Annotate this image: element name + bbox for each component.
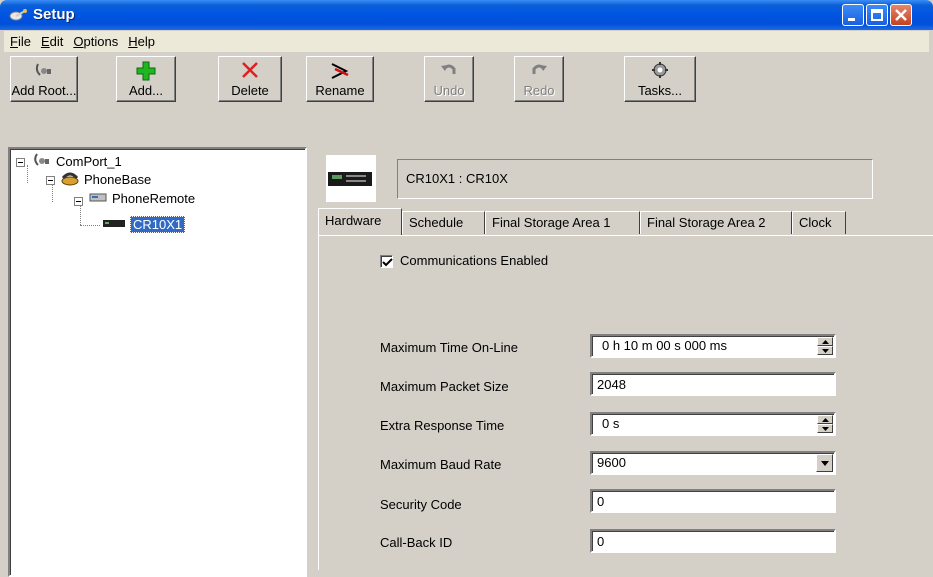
- spin-up-button[interactable]: [817, 415, 833, 424]
- tab-hardware[interactable]: Hardware: [318, 208, 402, 235]
- phone-base-icon: [60, 170, 80, 189]
- menu-options-accel: O: [73, 34, 84, 49]
- security-code-input[interactable]: [590, 489, 836, 513]
- tree-line: [27, 165, 28, 183]
- tree-node-phoneremote[interactable]: PhoneRemote: [88, 190, 195, 207]
- tree-node-phonebase[interactable]: PhoneBase: [60, 170, 151, 189]
- menu-help-accel: H: [128, 34, 138, 49]
- extra-response-time-value: 0 s: [602, 416, 620, 431]
- panel-splitter[interactable]: [309, 140, 315, 570]
- add-root-button[interactable]: Add Root...: [10, 56, 78, 102]
- max-packet-size-label: Maximum Packet Size: [380, 379, 509, 394]
- collapse-phonebase-icon[interactable]: [46, 176, 55, 185]
- redo-icon: [530, 61, 548, 82]
- menu-edit-accel: E: [40, 34, 50, 49]
- communications-enabled-checkbox[interactable]: [380, 255, 393, 268]
- spin-down-button[interactable]: [817, 346, 833, 355]
- menu-file[interactable]: File: [6, 34, 35, 49]
- tab-final-storage-1[interactable]: Final Storage Area 1: [485, 211, 640, 234]
- spin-down-button[interactable]: [817, 424, 833, 433]
- rename-button[interactable]: Rename: [306, 56, 374, 102]
- max-time-online-spinner[interactable]: [817, 337, 833, 355]
- menu-help-label: elp: [137, 34, 155, 49]
- maximize-button[interactable]: [866, 4, 888, 26]
- menu-options-label: ptions: [83, 34, 119, 49]
- plus-icon: [136, 61, 156, 84]
- menu-edit[interactable]: Edit: [37, 34, 67, 49]
- menu-help[interactable]: Help: [124, 34, 159, 49]
- toolbar: Add Root... Add... Delete Rename Undo Re…: [4, 53, 929, 137]
- tab-schedule[interactable]: Schedule: [402, 211, 485, 234]
- redo-button[interactable]: Redo: [514, 56, 564, 102]
- undo-button[interactable]: Undo: [424, 56, 474, 102]
- datalogger-icon: [102, 217, 126, 232]
- rename-label: Rename: [315, 83, 365, 98]
- max-packet-size-input[interactable]: [590, 372, 836, 396]
- extra-response-time-spinner[interactable]: [817, 415, 833, 433]
- spin-up-button[interactable]: [817, 337, 833, 346]
- collapse-phoneremote-icon[interactable]: [74, 197, 83, 206]
- network-tree[interactable]: ComPort_1 PhoneBase PhoneRemote CR10X1: [8, 147, 307, 577]
- datalogger-large-icon: [328, 172, 372, 186]
- max-baud-rate-select[interactable]: 9600: [590, 451, 836, 475]
- tasks-label: Tasks...: [637, 83, 683, 98]
- max-time-online-label: Maximum Time On-Line: [380, 340, 518, 355]
- tree-label-cr10x1: CR10X1: [130, 216, 186, 233]
- communications-enabled-label: Communications Enabled: [400, 253, 549, 268]
- close-button[interactable]: [890, 4, 912, 26]
- tree-line: [80, 203, 81, 225]
- max-time-online-field[interactable]: 0 h 10 m 00 s 000 ms: [590, 334, 836, 358]
- chevron-down-icon: [821, 461, 829, 466]
- callback-id-label: Call-Back ID: [380, 535, 453, 550]
- dropdown-arrow-button[interactable]: [816, 454, 833, 472]
- tab-clock[interactable]: Clock: [792, 211, 846, 234]
- max-time-online-value: 0 h 10 m 00 s 000 ms: [602, 338, 728, 353]
- add-button[interactable]: Add...: [116, 56, 176, 102]
- collapse-comport-icon[interactable]: [16, 158, 25, 167]
- add-label: Add...: [129, 83, 163, 98]
- extra-response-time-label: Extra Response Time: [380, 418, 505, 433]
- delete-label: Delete: [231, 83, 269, 98]
- extra-response-time-field[interactable]: 0 s: [590, 412, 836, 436]
- tree-label-phoneremote: PhoneRemote: [112, 191, 196, 206]
- satellite-dish-icon: [8, 8, 28, 22]
- delete-x-icon: [241, 61, 259, 82]
- callback-id-input[interactable]: [590, 529, 836, 553]
- menu-file-label: ile: [17, 34, 31, 49]
- device-name-display: CR10X1 : CR10X: [397, 159, 873, 199]
- menu-edit-label: dit: [49, 34, 64, 49]
- delete-button[interactable]: Delete: [218, 56, 282, 102]
- tree-node-cr10x1[interactable]: CR10X1: [102, 216, 186, 233]
- comport-icon: [32, 152, 52, 171]
- add-root-icon: [34, 61, 54, 82]
- menu-options[interactable]: Options: [69, 34, 122, 49]
- undo-icon: [440, 61, 458, 82]
- menu-bar: File Edit Options Help: [4, 31, 929, 52]
- tree-label-phonebase: PhoneBase: [84, 172, 152, 187]
- tree-label-comport: ComPort_1: [56, 154, 122, 169]
- max-baud-rate-label: Maximum Baud Rate: [380, 457, 502, 472]
- check-mark-icon: [382, 258, 393, 267]
- hardware-tab-panel: [318, 235, 933, 570]
- window-title: Setup: [33, 6, 75, 23]
- device-image: [326, 155, 376, 202]
- undo-label: Undo: [433, 83, 465, 98]
- tab-final-storage-2[interactable]: Final Storage Area 2: [640, 211, 792, 234]
- security-code-label: Security Code: [380, 497, 462, 512]
- tree-line: [52, 184, 53, 202]
- tasks-button[interactable]: Tasks...: [624, 56, 696, 102]
- title-bar[interactable]: Setup: [0, 0, 933, 30]
- redo-label: Redo: [523, 83, 555, 98]
- rename-icon: [329, 61, 351, 84]
- tree-line: [80, 225, 100, 226]
- minimize-button[interactable]: [842, 4, 864, 26]
- tasks-gear-icon: [651, 61, 669, 82]
- tree-node-comport[interactable]: ComPort_1: [32, 152, 122, 171]
- add-root-label: Add Root...: [11, 83, 77, 98]
- max-baud-rate-value: 9600: [597, 455, 626, 470]
- menu-file-accel: F: [10, 34, 18, 49]
- tab-strip: Hardware Schedule Final Storage Area 1 F…: [318, 208, 933, 236]
- modem-icon: [88, 190, 108, 207]
